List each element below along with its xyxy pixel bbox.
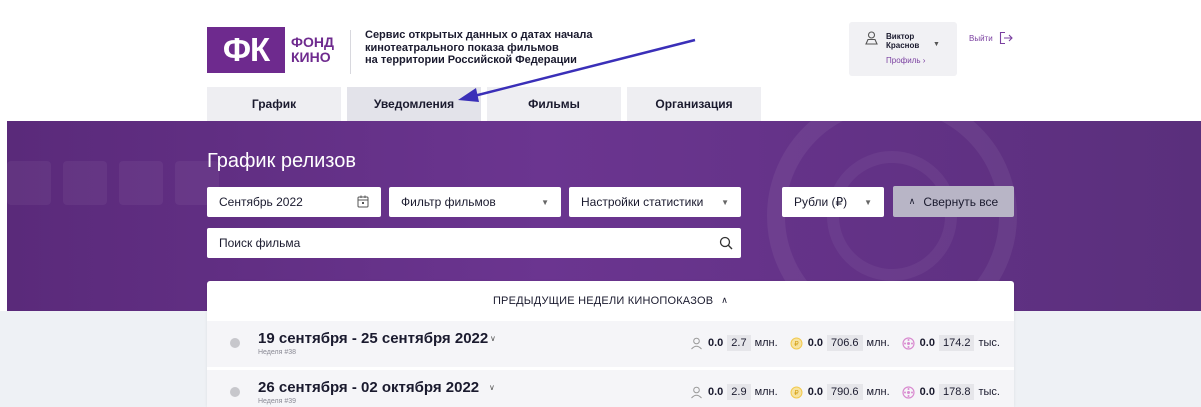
sessions-stat: 0.0 178.8 тыс.	[902, 384, 1000, 400]
chevron-up-icon: ∧	[908, 196, 916, 206]
stats-settings-select[interactable]: Настройки статистики ▼	[569, 187, 741, 217]
logo-word-kino: КИНО	[291, 49, 331, 65]
timeline-dot	[230, 338, 240, 348]
money-stat: ₽ 0.0 790.6 млн.	[790, 384, 890, 400]
week-title[interactable]: 19 сентября - 25 сентября 2022	[258, 330, 488, 347]
page-title: График релизов	[207, 150, 357, 172]
week-stats: 0.0 2.9 млн. ₽ 0.0 790.6 млн. 0.0 178.8 …	[678, 384, 1000, 400]
tagline-line-2: кинотеатрального показа фильмов	[365, 41, 559, 54]
week-number: Неделя #39	[258, 398, 297, 405]
profile-link[interactable]: Профиль ›	[886, 56, 925, 65]
logo-badge: ФК	[207, 27, 285, 73]
viewers-stat: 0.0 2.7 млн.	[690, 335, 778, 351]
week-number: Неделя #38	[258, 349, 297, 356]
tagline-line-3: на территории Российской Федерации	[365, 54, 577, 66]
viewers-icon	[691, 386, 702, 398]
week-stats: 0.0 2.7 млн. ₽ 0.0 706.6 млн. 0.0 174.2 …	[678, 335, 1000, 351]
viewers-current: 0.0	[707, 337, 724, 349]
chevron-down-icon: ▼	[864, 197, 872, 207]
user-name: Виктор Краснов	[886, 32, 919, 50]
svg-text:₽: ₽	[794, 341, 799, 348]
viewers-current: 0.0	[707, 386, 724, 398]
main-tabs: График Уведомления Фильмы Организация	[207, 87, 767, 121]
calendar-icon	[357, 195, 369, 208]
chevron-down-icon[interactable]: ▼	[933, 41, 940, 48]
user-first-name: Виктор	[886, 32, 915, 41]
viewers-stat: 0.0 2.9 млн.	[690, 384, 778, 400]
money-current: 0.0	[807, 386, 823, 398]
tab-schedule[interactable]: График	[207, 87, 341, 121]
money-current: 0.0	[807, 337, 823, 349]
header: ФК ФОНД КИНО Сервис открытых данных о да…	[0, 0, 1201, 121]
chevron-down-icon: ▼	[721, 197, 729, 207]
tab-organization[interactable]: Организация	[627, 87, 761, 121]
chevron-down-icon: ▼	[541, 197, 549, 207]
sessions-unit: тыс.	[978, 337, 1000, 349]
tab-notifications[interactable]: Уведомления	[347, 87, 481, 121]
money-total: 790.6	[827, 384, 863, 400]
money-stat: ₽ 0.0 706.6 млн.	[790, 335, 890, 351]
chevron-down-icon[interactable]: ∨	[490, 334, 496, 343]
money-total: 706.6	[827, 335, 863, 351]
sessions-icon	[902, 385, 915, 399]
user-icon	[865, 31, 878, 45]
collapse-all-button[interactable]: ∧ Свернуть все	[893, 186, 1014, 217]
viewers-unit: млн.	[754, 386, 778, 398]
previous-weeks-label: ПРЕДЫДУЩИЕ НЕДЕЛИ КИНОПОКАЗОВ	[492, 294, 714, 307]
logout-button[interactable]: Выйти	[969, 31, 1013, 45]
currency-label: Рубли (₽)	[794, 195, 848, 209]
collapse-all-label: Свернуть все	[923, 194, 999, 209]
week-row[interactable]: 19 сентября - 25 сентября 2022 ∨ Неделя …	[207, 321, 1014, 367]
film-search[interactable]	[207, 228, 741, 258]
coin-icon: ₽	[790, 386, 803, 398]
search-icon[interactable]	[719, 236, 733, 250]
previous-weeks-toggle[interactable]: ПРЕДЫДУЩИЕ НЕДЕЛИ КИНОПОКАЗОВ ∧	[207, 281, 1014, 320]
week-row[interactable]: 26 сентября - 02 октября 2022 ∨ Неделя #…	[207, 370, 1014, 407]
timeline-dot	[230, 387, 240, 397]
money-unit: млн.	[866, 337, 890, 349]
logout-icon	[999, 31, 1013, 45]
tab-films[interactable]: Фильмы	[487, 87, 621, 121]
sessions-total: 178.8	[938, 384, 975, 400]
viewers-icon	[691, 337, 702, 349]
currency-select[interactable]: Рубли (₽) ▼	[782, 187, 884, 217]
sessions-current: 0.0	[919, 386, 935, 398]
logo-word-fond: ФОНД	[291, 34, 334, 50]
service-tagline: Сервис открытых данных о датах начала ки…	[365, 29, 625, 67]
tagline-line-1: Сервис открытых данных о датах начала	[365, 29, 593, 41]
viewers-unit: млн.	[754, 337, 778, 349]
sessions-unit: тыс.	[978, 386, 1000, 398]
sessions-icon	[902, 336, 915, 350]
weeks-panel: ПРЕДЫДУЩИЕ НЕДЕЛИ КИНОПОКАЗОВ ∧ 19 сентя…	[207, 281, 1014, 407]
sessions-current: 0.0	[919, 337, 935, 349]
viewers-total: 2.7	[727, 335, 751, 351]
chevron-down-icon[interactable]: ∨	[489, 383, 495, 392]
fond-kino-logo[interactable]: ФК ФОНД КИНО	[207, 27, 334, 73]
logout-label: Выйти	[969, 33, 993, 43]
user-last-name: Краснов	[886, 41, 920, 50]
month-value: Сентябрь 2022	[219, 195, 303, 209]
week-title[interactable]: 26 сентября - 02 октября 2022	[258, 379, 479, 396]
film-filter-select[interactable]: Фильтр фильмов ▼	[389, 187, 561, 217]
sessions-total: 174.2	[938, 335, 975, 351]
coin-icon: ₽	[790, 337, 803, 349]
viewers-total: 2.9	[727, 384, 751, 400]
money-unit: млн.	[866, 386, 890, 398]
header-divider	[350, 30, 351, 74]
sessions-stat: 0.0 174.2 тыс.	[902, 335, 1000, 351]
user-menu[interactable]: Виктор Краснов ▼ Профиль ›	[849, 22, 957, 76]
logo-words: ФОНД КИНО	[291, 35, 334, 65]
stats-settings-label: Настройки статистики	[581, 195, 704, 209]
month-picker[interactable]: Сентябрь 2022	[207, 187, 381, 217]
search-input[interactable]	[219, 236, 699, 250]
svg-text:₽: ₽	[794, 390, 799, 397]
film-filter-label: Фильтр фильмов	[401, 195, 496, 209]
chevron-up-icon: ∧	[721, 295, 729, 305]
